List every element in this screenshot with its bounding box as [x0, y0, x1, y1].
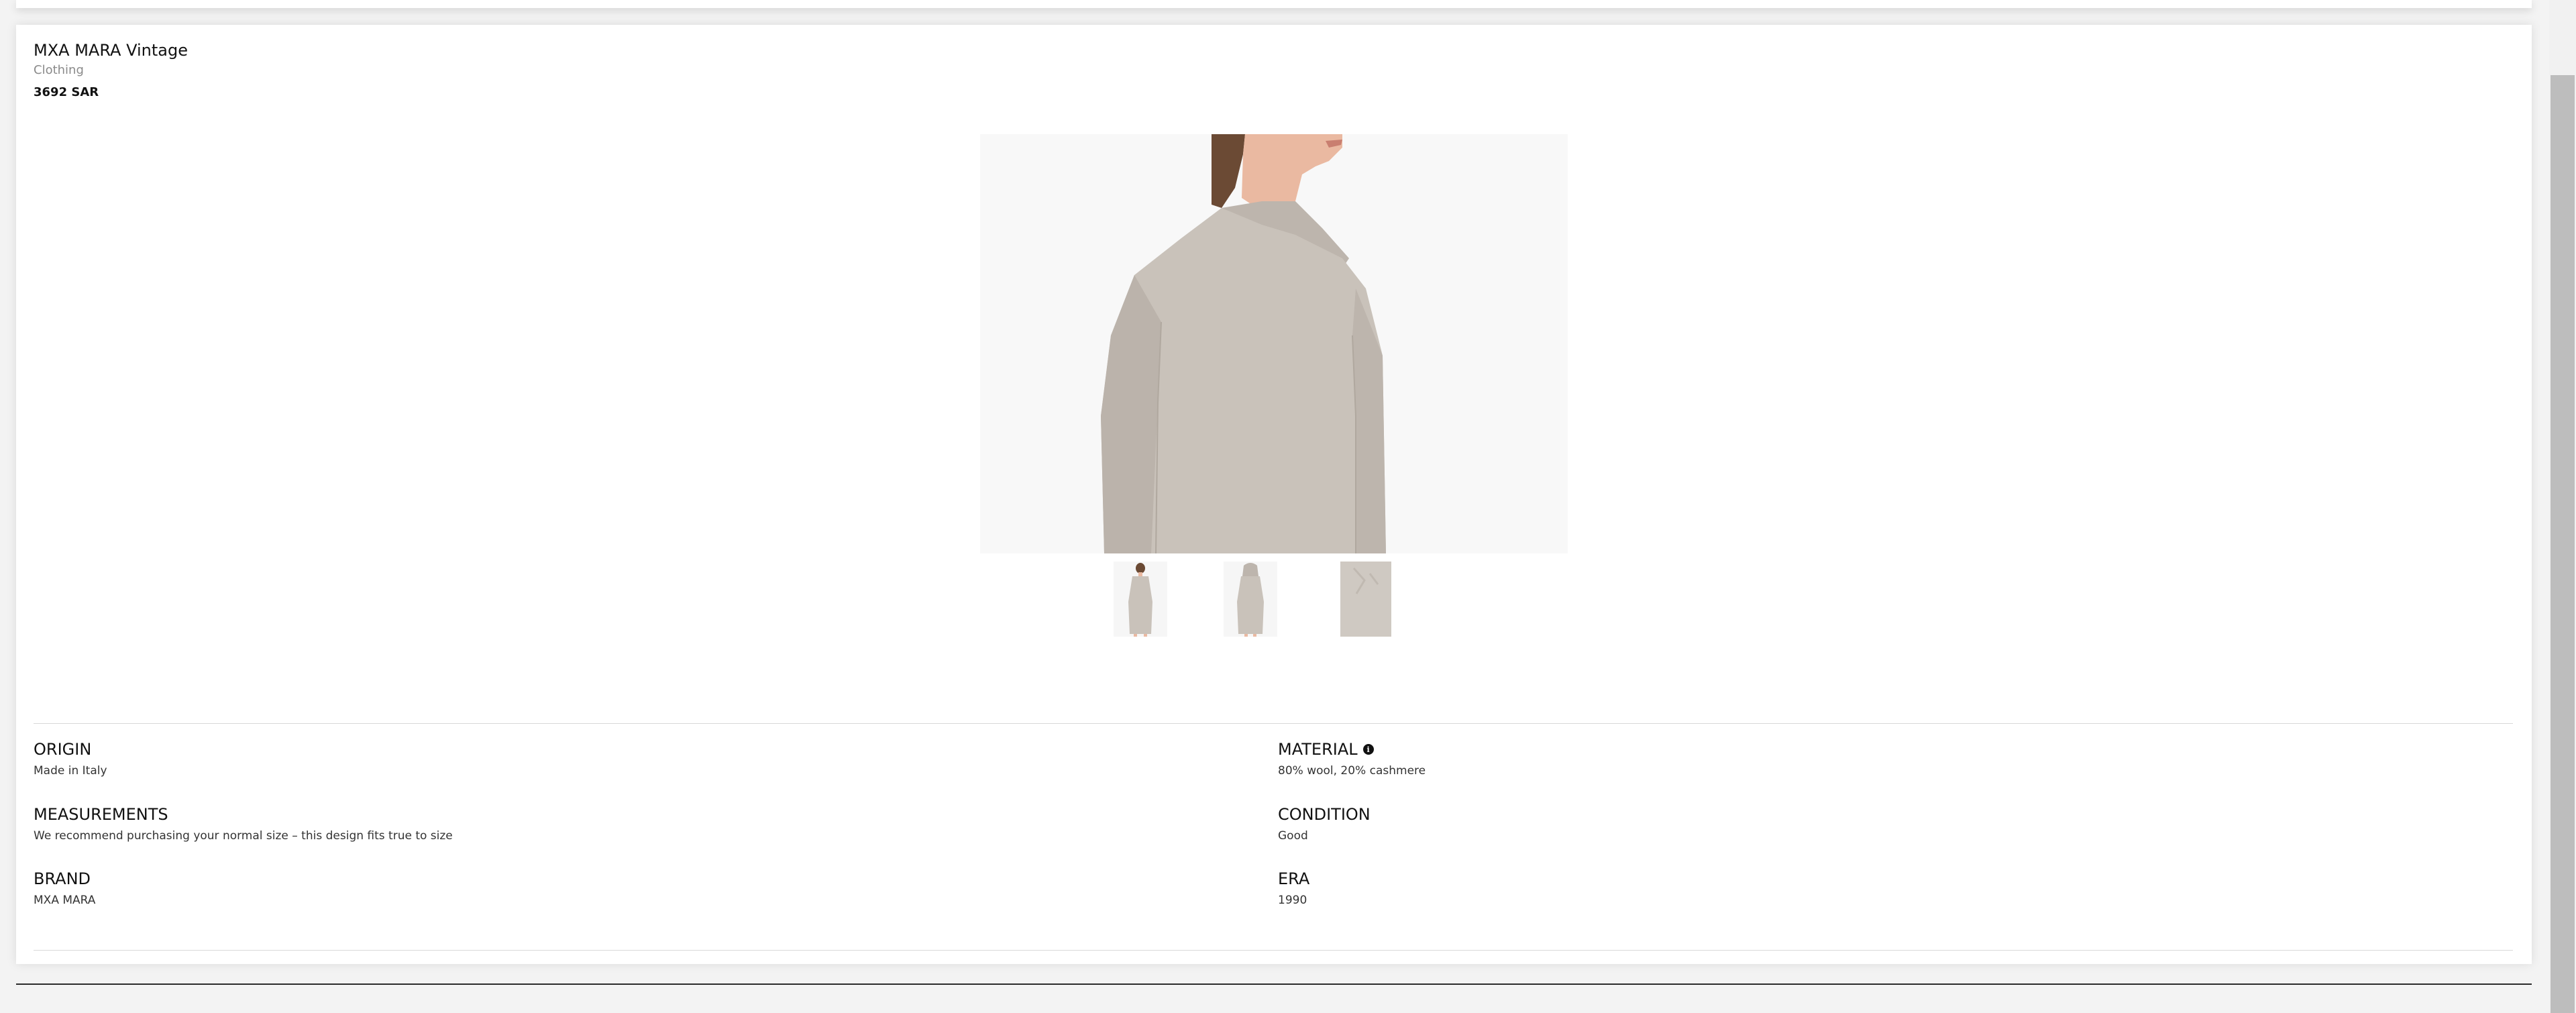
era-value: 1990 [1278, 894, 1307, 907]
product-title: MXA MARA Vintage [34, 41, 188, 60]
measurements-label: MEASUREMENTS [34, 805, 168, 824]
material-label-row: MATERIAL i [1278, 740, 1426, 759]
material-value: 80% wool, 20% cashmere [1278, 764, 1426, 778]
footer-divider [16, 983, 2532, 985]
product-photo [980, 134, 1568, 553]
measurements-value: We recommend purchasing your normal size… [34, 829, 453, 843]
spec-material: MATERIAL i 80% wool, 20% cashmere [1278, 740, 1426, 778]
spec-era: ERA 1990 [1278, 869, 1309, 907]
brand-value: MXA MARA [34, 894, 96, 907]
thumbnail-fabric[interactable] [1340, 562, 1391, 637]
spec-condition: CONDITION Good [1278, 805, 1371, 843]
main-product-image[interactable] [980, 134, 1568, 553]
condition-label: CONDITION [1278, 805, 1371, 824]
spec-brand: BRAND MXA MARA [34, 869, 95, 907]
brand-label: BRAND [34, 869, 91, 888]
spec-origin: ORIGIN Made in Italy [34, 740, 107, 778]
product-category: Clothing [34, 63, 84, 77]
specs-top-divider [34, 723, 2513, 724]
era-label: ERA [1278, 869, 1310, 888]
thumbnail-side[interactable] [1224, 562, 1277, 637]
scrollbar-thumb[interactable] [2551, 75, 2575, 1013]
product-price: 3692 SAR [34, 85, 99, 99]
spec-measurements: MEASUREMENTS We recommend purchasing you… [34, 805, 453, 843]
origin-value: Made in Italy [34, 764, 107, 778]
previous-card [16, 0, 2532, 8]
material-label: MATERIAL [1278, 740, 1358, 759]
origin-label: ORIGIN [34, 740, 92, 759]
thumbnail-front[interactable] [1114, 562, 1167, 637]
product-card: MXA MARA Vintage Clothing 3692 SAR ORIGI… [16, 25, 2532, 964]
scrollbar[interactable] [2549, 0, 2576, 1013]
info-icon[interactable]: i [1362, 744, 1374, 755]
condition-value: Good [1278, 829, 1308, 843]
specs-bottom-divider [34, 950, 2513, 951]
